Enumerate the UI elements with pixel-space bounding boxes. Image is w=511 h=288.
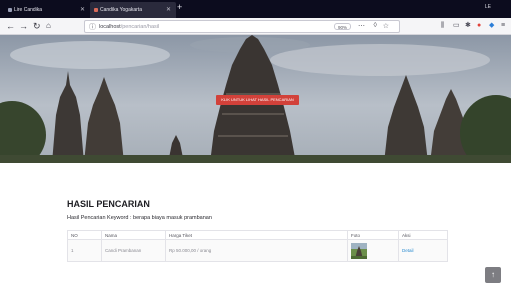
cell-no: 1 [67, 239, 102, 262]
col-foto: Foto [347, 230, 399, 240]
reload-icon[interactable]: ↻ [33, 20, 41, 32]
url-text: localhost/pencarian/hasil [99, 24, 159, 30]
cell-foto [347, 239, 399, 262]
col-aksi: Aksi [398, 230, 448, 240]
tab-label: Lire Candika [14, 7, 43, 13]
results-subtitle: Hasil Pencarian Keyword : berapa biaya m… [67, 215, 212, 221]
library-icon[interactable]: ⫼ [441, 21, 444, 31]
back-arrow-icon[interactable]: ← [6, 20, 15, 32]
scroll-to-top-button[interactable]: ↑ [485, 267, 501, 283]
info-icon[interactable]: ⓘ [89, 22, 96, 32]
close-icon[interactable]: ✕ [166, 6, 171, 13]
tab-label: Candika Yogakarta [100, 7, 142, 13]
menu-icon[interactable]: ≡ [501, 21, 505, 31]
zoom-indicator[interactable]: 90% [333, 23, 351, 30]
home-icon[interactable]: ⌂ [46, 20, 51, 32]
view-results-button[interactable]: KLIK UNTUK LIHAT HASIL PENCARIAN [216, 95, 299, 105]
temple-thumbnail[interactable] [351, 242, 367, 259]
url-path: /pencarian/hasil [120, 24, 160, 30]
tab-candika-yogakarta[interactable]: Candika Yogakarta ✕ [90, 2, 176, 18]
nav-toolbar: ← → ↻ ⌂ ⓘ localhost/pencarian/hasil 90% … [0, 18, 511, 35]
window-controls[interactable]: LE [485, 4, 491, 10]
cell-harga: Rp 50.000,00 / orang [165, 239, 348, 262]
pocket-icon[interactable]: ◊ [374, 22, 377, 29]
forward-arrow-icon[interactable]: → [19, 20, 28, 32]
cell-aksi: Detail [398, 239, 448, 262]
results-table: NO Nama Harga Tiket Foto Aksi 1 Candi Pr… [67, 230, 448, 262]
table-row: 1 Candi Prambanan Rp 50.000,00 / orang D… [67, 239, 448, 262]
sidebar-icon[interactable]: ▭ [453, 21, 460, 31]
table-header-row: NO Nama Harga Tiket Foto Aksi [67, 230, 448, 240]
page-actions-icon[interactable]: ⋯ [358, 22, 365, 30]
cell-nama: Candi Prambanan [101, 239, 166, 262]
addon-blue-icon[interactable]: ◆ [489, 21, 494, 31]
results-title: HASIL PENCARIAN [67, 199, 150, 209]
url-host: localhost [99, 24, 121, 30]
addon-red-icon[interactable]: ● [477, 21, 481, 31]
new-tab-button[interactable]: + [177, 2, 182, 12]
close-icon[interactable]: ✕ [80, 6, 85, 13]
col-harga: Harga Tiket [165, 230, 348, 240]
bookmark-star-icon[interactable]: ☆ [383, 22, 389, 30]
detail-link[interactable]: Detail [402, 248, 414, 253]
tab-strip: Lire Candika ✕ Candika Yogakarta ✕ + LE [0, 0, 511, 18]
address-bar[interactable]: ⓘ localhost/pencarian/hasil 90% ⋯ ◊ ☆ [84, 20, 400, 33]
tab-lire-candika[interactable]: Lire Candika ✕ [4, 2, 90, 18]
browser-window: Lire Candika ✕ Candika Yogakarta ✕ + LE … [0, 0, 511, 288]
extension-icon[interactable]: ✱ [465, 21, 471, 31]
col-no: NO [67, 230, 102, 240]
hero-banner: KLIK UNTUK LIHAT HASIL PENCARIAN [0, 35, 511, 163]
col-nama: Nama [101, 230, 166, 240]
